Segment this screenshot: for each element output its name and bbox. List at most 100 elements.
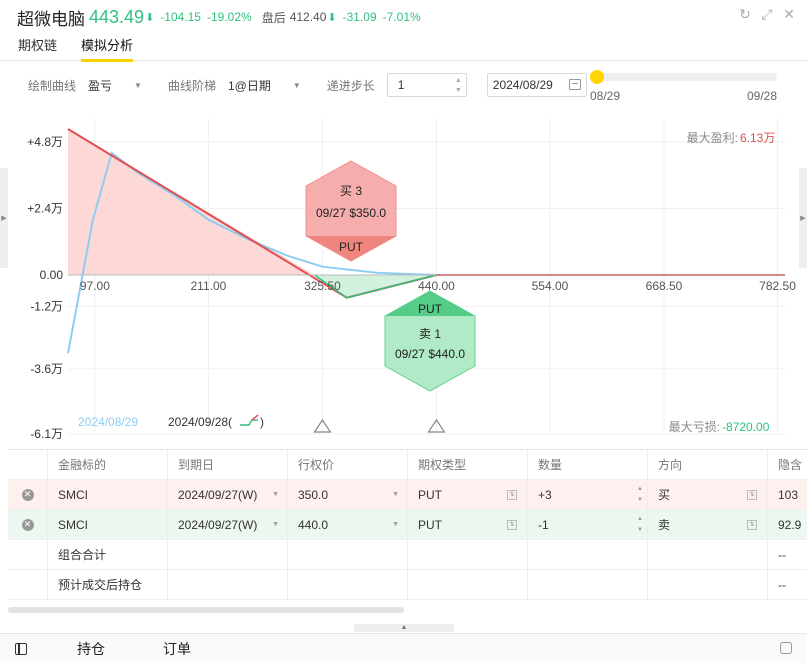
legend-close: ) (260, 415, 264, 429)
tab-positions[interactable]: 持仓 (77, 639, 105, 659)
legend-current: 2024/08/29 (78, 415, 138, 429)
strike-value: 350.0 (298, 487, 329, 502)
sell-leg-type: PUT (418, 302, 443, 316)
curve-select-value: 盈亏 (88, 78, 113, 93)
expiry-select[interactable]: 2024/09/27(W) ▼ (168, 480, 288, 509)
strike-select[interactable]: 350.0 ▼ (288, 480, 408, 509)
summary-blank (8, 540, 48, 569)
x-tick-label: 440.00 (418, 279, 455, 293)
summary-blank (408, 540, 528, 569)
step-stepper[interactable]: 1 ▲ ▼ (386, 73, 467, 97)
sell-leg-side: 卖 1 (419, 327, 441, 341)
switch-icon[interactable]: ⇅ (747, 519, 757, 530)
ladder-select-value: 1@日期 (227, 78, 271, 93)
y-tick-label: +4.8万 (27, 135, 63, 149)
close-icon[interactable]: ✕ (781, 6, 797, 22)
direction-select[interactable]: 买 ⇅ (648, 480, 768, 509)
decrement-icon[interactable]: ▼ (455, 87, 462, 95)
max-loss-label: 最大亏损: (669, 420, 720, 434)
header-strike: 行权价 (288, 450, 408, 479)
curve-select[interactable]: 盈亏 ▼ (88, 77, 142, 94)
cell-symbol: SMCI (48, 510, 168, 539)
slider-track[interactable] (590, 73, 777, 81)
cell-iv: 92.9 (778, 517, 802, 532)
decrement-icon[interactable]: ▼ (637, 526, 643, 534)
summary-label: 组合合计 (48, 540, 168, 569)
buy-leg-type: PUT (339, 240, 364, 254)
buy-leg-detail: 09/27 $350.0 (316, 206, 386, 220)
remove-leg-button[interactable]: ✕ (8, 480, 48, 509)
type-select[interactable]: PUT ⇅ (408, 480, 528, 509)
legend-swatch-loss (240, 419, 258, 426)
chart-controls: 绘制曲线 盈亏 ▼ 曲线阶梯 1@日期 ▼ 递进步长 1 ▲ ▼ 2024/08/2… (0, 61, 807, 109)
remove-icon: ✕ (21, 488, 34, 501)
switch-icon[interactable]: ⇅ (747, 489, 757, 500)
fullscreen-icon[interactable]: ⤢ (759, 6, 775, 22)
after-hours-price: 412.40 (289, 10, 327, 24)
chevron-down-icon: ▼ (292, 80, 301, 90)
horizontal-scrollbar[interactable] (8, 607, 404, 613)
expiry-value: 2024/09/27(W) (178, 487, 258, 502)
increment-icon[interactable]: ▲ (455, 77, 462, 85)
window-icon[interactable] (780, 642, 792, 654)
date-picker[interactable]: 2024/08/29 (486, 73, 587, 97)
summary-iv: -- (778, 577, 786, 592)
tab-orders[interactable]: 订单 (163, 639, 191, 659)
header-blank (8, 450, 48, 479)
summary-blank (288, 570, 408, 599)
left-expand-handle[interactable]: ▶ (0, 168, 8, 268)
calendar-icon[interactable] (568, 79, 581, 90)
qty-stepper[interactable]: +3 ▲ ▼ (528, 480, 648, 509)
summary-label: 预计成交后持仓 (48, 570, 168, 599)
type-select[interactable]: PUT ⇅ (408, 510, 528, 539)
direction-value: 买 (658, 488, 671, 502)
increment-icon[interactable]: ▲ (637, 485, 643, 493)
summary-row: 预计成交后持仓 -- (8, 570, 807, 600)
x-tick-label: 668.50 (646, 279, 683, 293)
legs-table: 金融标的 到期日 行权价 期权类型 数量 方向 隐含 ✕ SMCI 2024/0… (8, 449, 807, 600)
expiry-select[interactable]: 2024/09/27(W) ▼ (168, 510, 288, 539)
header-type: 期权类型 (408, 450, 528, 479)
type-value: PUT (418, 517, 442, 532)
strike-select[interactable]: 440.0 ▼ (288, 510, 408, 539)
direction-select[interactable]: 卖 ⇅ (648, 510, 768, 539)
right-expand-handle[interactable]: ▶ (799, 168, 807, 268)
price-change: -104.15 (160, 10, 201, 24)
step-value: 1 (397, 78, 405, 92)
summary-blank (648, 540, 768, 569)
qty-value: +3 (538, 487, 552, 502)
collapse-handle[interactable]: ▲ (354, 624, 454, 632)
refresh-icon[interactable]: ↻ (737, 6, 753, 22)
chevron-down-icon: ▼ (392, 521, 399, 528)
y-tick-label: -6.1万 (30, 427, 63, 441)
price-change-pct: -19.02% (206, 10, 252, 24)
switch-icon[interactable]: ⇅ (507, 489, 517, 500)
slider-handle[interactable] (590, 70, 604, 84)
chevron-down-icon: ▼ (392, 491, 399, 498)
panel-toggle-icon[interactable] (15, 642, 27, 655)
decrement-icon[interactable]: ▼ (637, 496, 643, 504)
header-symbol: 金融标的 (48, 450, 168, 479)
date-slider[interactable]: 08/29 09/28 (590, 69, 777, 105)
after-hours-label: 盘后 (261, 10, 286, 25)
header-qty: 数量 (528, 450, 648, 479)
table-row[interactable]: ✕ SMCI 2024/09/27(W) ▼ 350.0 ▼ PUT ⇅ +3 ▲ ▼ 买… (8, 480, 807, 510)
summary-iv: -- (778, 547, 786, 562)
after-hours-change: -31.09 (342, 10, 377, 24)
summary-blank (8, 570, 48, 599)
remove-leg-button[interactable]: ✕ (8, 510, 48, 539)
table-row[interactable]: ✕ SMCI 2024/09/27(W) ▼ 440.0 ▼ PUT ⇅ -1 ▲ ▼ 卖… (8, 510, 807, 540)
stock-name: 超微电脑 (17, 9, 85, 29)
tab-simulation[interactable]: 模拟分析 (81, 34, 134, 62)
strike-value: 440.0 (298, 517, 329, 532)
bottom-bar: 持仓 订单 (0, 633, 807, 663)
x-tick-label: 97.00 (80, 279, 110, 293)
qty-stepper[interactable]: -1 ▲ ▼ (528, 510, 648, 539)
increment-icon[interactable]: ▲ (637, 515, 643, 523)
tab-option-chain[interactable]: 期权链 (18, 34, 57, 60)
summary-blank (168, 570, 288, 599)
switch-icon[interactable]: ⇅ (507, 519, 517, 530)
slider-min-label: 08/29 (590, 89, 621, 103)
ladder-select[interactable]: 1@日期 ▼ (228, 77, 301, 94)
sell-leg-detail: 09/27 $440.0 (395, 347, 465, 361)
